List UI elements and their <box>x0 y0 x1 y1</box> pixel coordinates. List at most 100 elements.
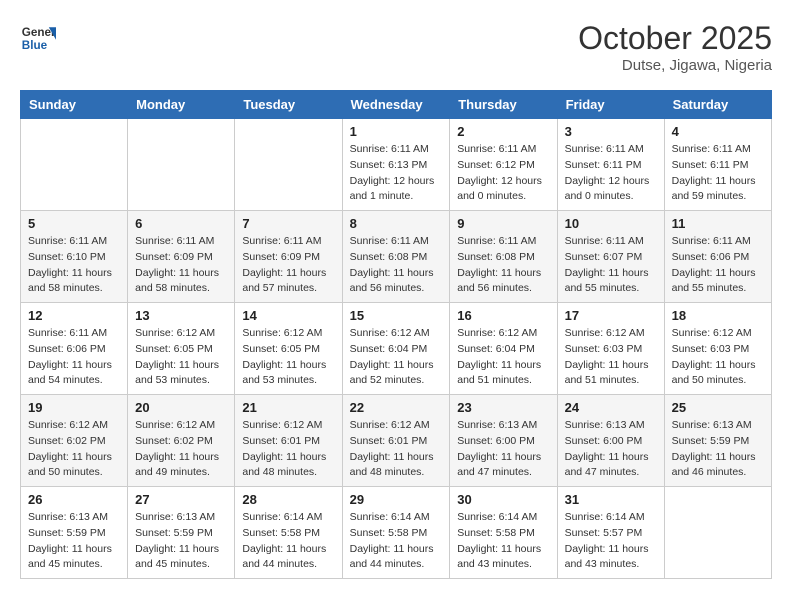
day-number: 14 <box>242 308 334 323</box>
calendar-cell: 24Sunrise: 6:13 AMSunset: 6:00 PMDayligh… <box>557 395 664 487</box>
calendar-cell <box>664 487 771 579</box>
calendar-cell: 10 Sunrise: 6:11 AMSunset: 6:07 PMDayligh… <box>557 211 664 303</box>
day-info: Sunrise: 6:11 AMSunset: 6:11 PMDaylight:… <box>565 142 657 205</box>
day-number: 6 <box>135 216 227 231</box>
day-info: Sunrise: 6:11 AMSunset: 6:08 PMDaylight:… <box>350 234 443 297</box>
calendar-cell: 30 Sunrise: 6:14 AMSunset: 5:58 PMDayligh… <box>450 487 557 579</box>
day-info: Sunrise: 6:12 AMSunset: 6:01 PMDaylight:… <box>350 418 443 481</box>
day-info: Sunrise: 6:13 AMSunset: 5:59 PMDaylight:… <box>28 510 120 573</box>
calendar-week-row: 12 Sunrise: 6:11 AMSunset: 6:06 PMDayligh… <box>21 303 772 395</box>
day-number: 8 <box>350 216 443 231</box>
day-number: 9 <box>457 216 549 231</box>
day-info: Sunrise: 6:11 AMSunset: 6:06 PMDaylight:… <box>28 326 120 389</box>
day-number: 22 <box>350 400 443 415</box>
day-info: Sunrise: 6:11 AMSunset: 6:07 PMDaylight:… <box>565 234 657 297</box>
calendar-week-row: 19 Sunrise: 6:12 AMSunset: 6:02 PMDayligh… <box>21 395 772 487</box>
calendar-table: SundayMondayTuesdayWednesdayThursdayFrid… <box>20 90 772 579</box>
day-info: Sunrise: 6:11 AMSunset: 6:06 PMDaylight:… <box>672 234 764 297</box>
calendar-cell: 9 Sunrise: 6:11 AMSunset: 6:08 PMDaylight… <box>450 211 557 303</box>
day-number: 24 <box>565 400 657 415</box>
day-number: 19 <box>28 400 120 415</box>
day-number: 20 <box>135 400 227 415</box>
calendar-cell: 14 Sunrise: 6:12 AMSunset: 6:05 PMDayligh… <box>235 303 342 395</box>
day-info: Sunrise: 6:14 AMSunset: 5:58 PMDaylight:… <box>350 510 443 573</box>
calendar-cell: 16Sunrise: 6:12 AMSunset: 6:04 PMDayligh… <box>450 303 557 395</box>
calendar-cell: 13Sunrise: 6:12 AMSunset: 6:05 PMDayligh… <box>128 303 235 395</box>
day-info: Sunrise: 6:11 AMSunset: 6:13 PMDaylight:… <box>350 142 443 205</box>
svg-text:Blue: Blue <box>22 39 48 52</box>
day-number: 31 <box>565 492 657 507</box>
weekday-header: Friday <box>557 91 664 119</box>
day-number: 3 <box>565 124 657 139</box>
calendar-cell: 12 Sunrise: 6:11 AMSunset: 6:06 PMDayligh… <box>21 303 128 395</box>
day-info: Sunrise: 6:14 AMSunset: 5:57 PMDaylight:… <box>565 510 657 573</box>
day-number: 5 <box>28 216 120 231</box>
day-number: 2 <box>457 124 549 139</box>
calendar-cell: 7Sunrise: 6:11 AMSunset: 6:09 PMDaylight… <box>235 211 342 303</box>
calendar-cell: 26 Sunrise: 6:13 AMSunset: 5:59 PMDayligh… <box>21 487 128 579</box>
logo-icon: General Blue <box>20 20 56 56</box>
calendar-cell: 28 Sunrise: 6:14 AMSunset: 5:58 PMDayligh… <box>235 487 342 579</box>
day-info: Sunrise: 6:11 AMSunset: 6:08 PMDaylight:… <box>457 234 549 297</box>
calendar-cell: 11Sunrise: 6:11 AMSunset: 6:06 PMDayligh… <box>664 211 771 303</box>
day-number: 13 <box>135 308 227 323</box>
weekday-header: Sunday <box>21 91 128 119</box>
day-info: Sunrise: 6:12 AMSunset: 6:02 PMDaylight:… <box>28 418 120 481</box>
logo: General Blue <box>20 20 56 56</box>
day-info: Sunrise: 6:12 AMSunset: 6:04 PMDaylight:… <box>350 326 443 389</box>
calendar-cell: 31 Sunrise: 6:14 AMSunset: 5:57 PMDayligh… <box>557 487 664 579</box>
calendar-week-row: 5Sunrise: 6:11 AMSunset: 6:10 PMDaylight… <box>21 211 772 303</box>
calendar-cell: 2 Sunrise: 6:11 AMSunset: 6:12 PMDaylight… <box>450 119 557 211</box>
day-number: 29 <box>350 492 443 507</box>
day-number: 28 <box>242 492 334 507</box>
title-block: October 2025 Dutse, Jigawa, Nigeria <box>578 20 772 74</box>
calendar-cell: 1Sunrise: 6:11 AMSunset: 6:13 PMDaylight… <box>342 119 450 211</box>
day-info: Sunrise: 6:13 AMSunset: 6:00 PMDaylight:… <box>457 418 549 481</box>
day-info: Sunrise: 6:12 AMSunset: 6:03 PMDaylight:… <box>672 326 764 389</box>
calendar-cell: 15 Sunrise: 6:12 AMSunset: 6:04 PMDayligh… <box>342 303 450 395</box>
calendar-cell <box>128 119 235 211</box>
calendar-cell: 20 Sunrise: 6:12 AMSunset: 6:02 PMDayligh… <box>128 395 235 487</box>
day-info: Sunrise: 6:11 AMSunset: 6:12 PMDaylight:… <box>457 142 549 205</box>
day-info: Sunrise: 6:14 AMSunset: 5:58 PMDaylight:… <box>242 510 334 573</box>
day-info: Sunrise: 6:11 AMSunset: 6:09 PMDaylight:… <box>135 234 227 297</box>
calendar-cell: 29 Sunrise: 6:14 AMSunset: 5:58 PMDayligh… <box>342 487 450 579</box>
calendar-cell: 4Sunrise: 6:11 AMSunset: 6:11 PMDaylight… <box>664 119 771 211</box>
calendar-cell: 27Sunrise: 6:13 AMSunset: 5:59 PMDayligh… <box>128 487 235 579</box>
day-number: 23 <box>457 400 549 415</box>
day-number: 10 <box>565 216 657 231</box>
day-number: 12 <box>28 308 120 323</box>
day-number: 21 <box>242 400 334 415</box>
calendar-cell: 21 Sunrise: 6:12 AMSunset: 6:01 PMDayligh… <box>235 395 342 487</box>
calendar-week-row: 26 Sunrise: 6:13 AMSunset: 5:59 PMDayligh… <box>21 487 772 579</box>
calendar-cell: 25 Sunrise: 6:13 AMSunset: 5:59 PMDayligh… <box>664 395 771 487</box>
day-info: Sunrise: 6:14 AMSunset: 5:58 PMDaylight:… <box>457 510 549 573</box>
calendar-cell: 23 Sunrise: 6:13 AMSunset: 6:00 PMDayligh… <box>450 395 557 487</box>
day-number: 18 <box>672 308 764 323</box>
day-info: Sunrise: 6:12 AMSunset: 6:04 PMDaylight:… <box>457 326 549 389</box>
calendar-cell: 6 Sunrise: 6:11 AMSunset: 6:09 PMDaylight… <box>128 211 235 303</box>
calendar-cell: 17Sunrise: 6:12 AMSunset: 6:03 PMDayligh… <box>557 303 664 395</box>
day-number: 26 <box>28 492 120 507</box>
day-info: Sunrise: 6:13 AMSunset: 5:59 PMDaylight:… <box>672 418 764 481</box>
day-number: 25 <box>672 400 764 415</box>
day-info: Sunrise: 6:13 AMSunset: 5:59 PMDaylight:… <box>135 510 227 573</box>
day-info: Sunrise: 6:12 AMSunset: 6:01 PMDaylight:… <box>242 418 334 481</box>
calendar-cell: 22 Sunrise: 6:12 AMSunset: 6:01 PMDayligh… <box>342 395 450 487</box>
weekday-header: Saturday <box>664 91 771 119</box>
calendar-cell: 19 Sunrise: 6:12 AMSunset: 6:02 PMDayligh… <box>21 395 128 487</box>
calendar-cell <box>21 119 128 211</box>
location: Dutse, Jigawa, Nigeria <box>578 57 772 74</box>
weekday-header: Thursday <box>450 91 557 119</box>
weekday-header: Wednesday <box>342 91 450 119</box>
calendar-cell: 8 Sunrise: 6:11 AMSunset: 6:08 PMDaylight… <box>342 211 450 303</box>
weekday-header: Monday <box>128 91 235 119</box>
day-info: Sunrise: 6:11 AMSunset: 6:11 PMDaylight:… <box>672 142 764 205</box>
day-number: 30 <box>457 492 549 507</box>
day-info: Sunrise: 6:12 AMSunset: 6:05 PMDaylight:… <box>242 326 334 389</box>
day-number: 15 <box>350 308 443 323</box>
calendar-week-row: 1Sunrise: 6:11 AMSunset: 6:13 PMDaylight… <box>21 119 772 211</box>
day-info: Sunrise: 6:12 AMSunset: 6:02 PMDaylight:… <box>135 418 227 481</box>
calendar-header-row: SundayMondayTuesdayWednesdayThursdayFrid… <box>21 91 772 119</box>
calendar-cell: 3 Sunrise: 6:11 AMSunset: 6:11 PMDaylight… <box>557 119 664 211</box>
